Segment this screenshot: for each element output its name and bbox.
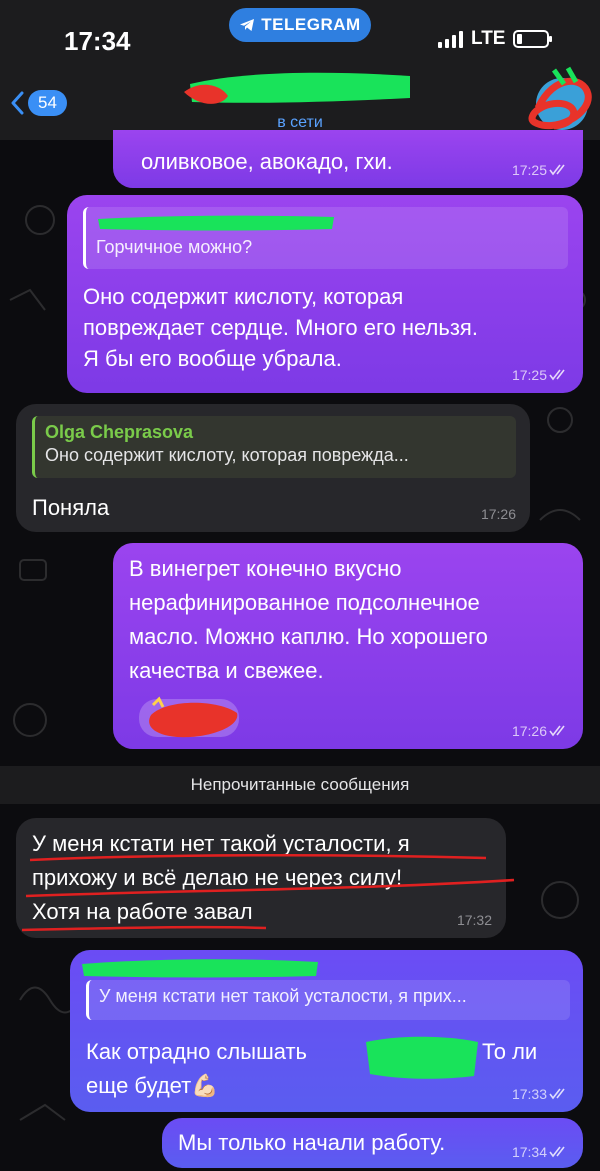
telegram-icon (240, 19, 255, 31)
message-line-start: Как отрадно слышать (86, 1039, 308, 1064)
message-text: оливковое, авокадо, гхи. (141, 149, 393, 174)
reply-quote[interactable]: Горчичное можно? (83, 207, 568, 269)
read-ticks-icon (549, 369, 565, 381)
message-meta: 17:25 (512, 367, 569, 383)
message-line: масло. Можно каплю. Но хорошего (129, 624, 488, 649)
unread-messages-divider: Непрочитанные сообщения (0, 766, 600, 804)
message-text: Мы только начали работу. (178, 1130, 446, 1155)
reply-quote[interactable]: У меня кстати нет такой усталости, я при… (86, 980, 570, 1020)
telegram-return-pill[interactable]: TELEGRAM (229, 8, 371, 42)
reply-text: Горчичное можно? (96, 237, 253, 257)
message-meta: 17:33 (512, 1086, 569, 1102)
redacted-sticker (139, 696, 239, 738)
reply-text: У меня кстати нет такой усталости, я при… (99, 986, 467, 1006)
status-time: 17:34 (64, 26, 131, 56)
message-bubble-outgoing[interactable]: Мы только начали работу. 17:34 (162, 1118, 583, 1168)
unread-count-badge: 54 (28, 90, 67, 116)
redacted-name (366, 1036, 478, 1079)
status-indicators: LTE (438, 28, 553, 50)
redacted-chat-name (184, 72, 410, 104)
read-ticks-icon (549, 1146, 565, 1158)
signal-icon (438, 30, 463, 48)
avatar[interactable] (524, 64, 594, 140)
battery-icon (513, 30, 553, 48)
message-line: Я бы его вообще убрала. (83, 346, 342, 371)
message-time: 17:26 (511, 723, 547, 739)
message-bubble-incoming[interactable]: Olga Cheprasova Оно содержит кислоту, ко… (16, 404, 530, 532)
message-line-end: То ли (482, 1039, 538, 1064)
message-bubble-outgoing[interactable]: оливковое, авокадо, гхи. 17:25 (113, 130, 583, 188)
message-line: повреждает сердце. Много его нельзя. (83, 315, 478, 340)
unread-divider-label: Непрочитанные сообщения (190, 775, 410, 794)
chat-header: 17:34 TELEGRAM LTE 54 в сети (0, 0, 600, 140)
redacted-reply-author (82, 959, 318, 978)
message-bubble-outgoing[interactable]: В винегрет конечно вкусно нерафинированн… (113, 543, 583, 749)
message-line: качества и свежее. (129, 658, 324, 683)
redacted-reply-author (98, 215, 334, 231)
message-line: Оно содержит кислоту, которая (83, 284, 404, 309)
message-line: В винегрет конечно вкусно (129, 556, 402, 581)
back-button[interactable]: 54 (10, 90, 67, 116)
message-bubble-incoming[interactable]: У меня кстати нет такой усталости, я при… (16, 818, 515, 938)
message-time: 17:34 (511, 1144, 547, 1160)
read-ticks-icon (549, 1088, 565, 1100)
message-text: Поняла (32, 495, 110, 520)
message-meta: 17:26 (512, 723, 569, 739)
telegram-pill-label: TELEGRAM (261, 15, 361, 34)
reply-quote[interactable]: Olga Cheprasova Оно содержит кислоту, ко… (32, 416, 516, 478)
chevron-left-icon (11, 91, 24, 115)
reply-text: Оно содержит кислоту, которая повреждa..… (45, 445, 409, 465)
message-bubble-outgoing[interactable]: У меня кстати нет такой усталости, я при… (70, 950, 583, 1112)
message-line: нерафинированное подсолнечное (129, 590, 480, 615)
red-underline-annotation (21, 853, 515, 932)
reply-author: Olga Cheprasova (45, 422, 194, 442)
message-meta: 17:25 (512, 162, 569, 178)
message-time: 17:25 (511, 367, 547, 383)
message-meta: 17:26 (481, 506, 516, 522)
message-line: еще будет💪🏻 (86, 1073, 219, 1098)
read-ticks-icon (549, 164, 565, 176)
read-ticks-icon (549, 725, 565, 737)
message-bubble-outgoing[interactable]: Горчичное можно? Оно содержит кислоту, к… (67, 195, 583, 393)
message-time: 17:33 (511, 1086, 547, 1102)
message-time: 17:25 (511, 162, 547, 178)
message-meta: 17:34 (512, 1144, 569, 1160)
network-type: LTE (471, 28, 506, 49)
message-time: 17:26 (480, 506, 516, 522)
